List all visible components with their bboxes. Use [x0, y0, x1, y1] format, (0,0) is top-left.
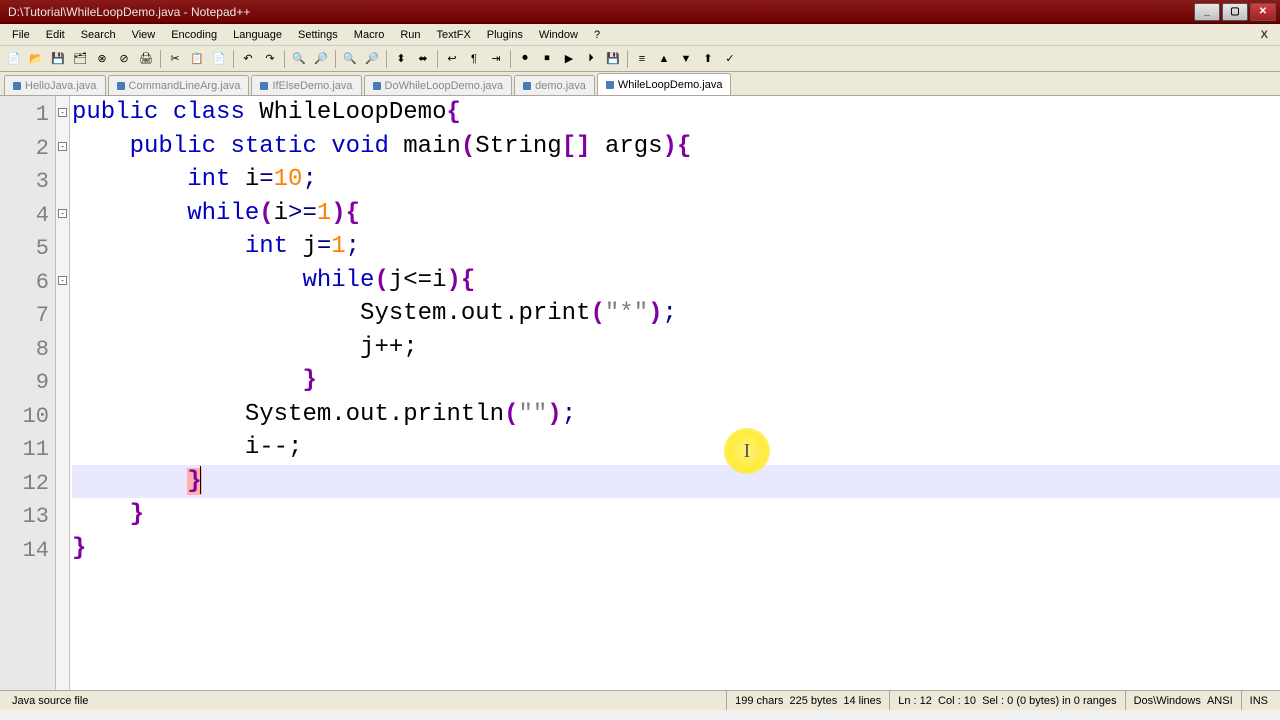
tab-hellojava[interactable]: HelloJava.java	[4, 75, 106, 95]
file-icon	[260, 82, 268, 90]
tool4-icon[interactable]: ⬆	[698, 49, 718, 69]
open-file-icon[interactable]: 📂	[26, 49, 46, 69]
menu-window[interactable]: Window	[531, 27, 586, 43]
tool1-icon[interactable]: ≡	[632, 49, 652, 69]
print-icon[interactable]: 🖨	[136, 49, 156, 69]
editor[interactable]: 1 2 3 4 5 6 7 8 9 10 11 12 13 14 - - - -…	[0, 96, 1280, 702]
sync-v-icon[interactable]: ⬍	[391, 49, 411, 69]
tool3-icon[interactable]: ▼	[676, 49, 696, 69]
save-all-icon[interactable]: 🗂	[70, 49, 90, 69]
menu-encoding[interactable]: Encoding	[163, 27, 225, 43]
toolbar: 📄 📂 💾 🗂 ⊗ ⊘ 🖨 ✂ 📋 📄 ↶ ↷ 🔍 🔎 🔍 🔎 ⬍ ⬌ ↩ ¶ …	[0, 46, 1280, 72]
save-icon[interactable]: 💾	[48, 49, 68, 69]
file-icon	[117, 82, 125, 90]
tab-commandlinearg[interactable]: CommandLineArg.java	[108, 75, 250, 95]
file-icon	[523, 82, 531, 90]
fold-column: - - - -	[56, 96, 70, 702]
all-chars-icon[interactable]: ¶	[464, 49, 484, 69]
menu-textfx[interactable]: TextFX	[429, 27, 479, 43]
text-caret	[200, 466, 201, 494]
record-icon[interactable]: ⏺	[515, 49, 535, 69]
tool5-icon[interactable]: ✓	[720, 49, 740, 69]
tab-demo[interactable]: demo.java	[514, 75, 595, 95]
zoom-in-icon[interactable]: 🔍	[340, 49, 360, 69]
fold-icon[interactable]: -	[58, 209, 67, 218]
tab-dowhileloopdemo[interactable]: DoWhileLoopDemo.java	[364, 75, 513, 95]
statusbar: Java source file 199 chars 225 bytes 14 …	[0, 690, 1280, 710]
cursor-highlight-icon	[724, 428, 770, 474]
menu-settings[interactable]: Settings	[290, 27, 346, 43]
status-eol: Dos\Windows ANSI	[1126, 691, 1242, 710]
close-all-icon[interactable]: ⊘	[114, 49, 134, 69]
file-icon	[606, 81, 614, 89]
fold-icon[interactable]: -	[58, 108, 67, 117]
new-file-icon[interactable]: 📄	[4, 49, 24, 69]
menu-plugins[interactable]: Plugins	[479, 27, 531, 43]
tab-ifelsedemo[interactable]: IfElseDemo.java	[251, 75, 361, 95]
window-title: D:\Tutorial\WhileLoopDemo.java - Notepad…	[4, 5, 250, 19]
zoom-out-icon[interactable]: 🔎	[362, 49, 382, 69]
status-ins: INS	[1242, 691, 1276, 710]
sync-h-icon[interactable]: ⬌	[413, 49, 433, 69]
file-icon	[373, 82, 381, 90]
status-position: Ln : 12 Col : 10 Sel : 0 (0 bytes) in 0 …	[890, 691, 1125, 710]
menubar: File Edit Search View Encoding Language …	[0, 24, 1280, 46]
status-length: 199 chars 225 bytes 14 lines	[727, 691, 890, 710]
paste-icon[interactable]: 📄	[209, 49, 229, 69]
titlebar: D:\Tutorial\WhileLoopDemo.java - Notepad…	[0, 0, 1280, 24]
menu-language[interactable]: Language	[225, 27, 290, 43]
stop-icon[interactable]: ⏹	[537, 49, 557, 69]
line-number-gutter: 1 2 3 4 5 6 7 8 9 10 11 12 13 14	[0, 96, 56, 702]
menu-search[interactable]: Search	[73, 27, 124, 43]
status-filetype: Java source file	[4, 691, 727, 710]
redo-icon[interactable]: ↷	[260, 49, 280, 69]
code-area[interactable]: public class WhileLoopDemo{ public stati…	[70, 96, 1280, 702]
tool2-icon[interactable]: ▲	[654, 49, 674, 69]
close-button[interactable]: ✕	[1250, 3, 1276, 21]
tab-whileloopdemo[interactable]: WhileLoopDemo.java	[597, 73, 732, 95]
fold-icon[interactable]: -	[58, 276, 67, 285]
menu-macro[interactable]: Macro	[346, 27, 393, 43]
close-icon[interactable]: ⊗	[92, 49, 112, 69]
replace-icon[interactable]: 🔎	[311, 49, 331, 69]
window-controls: _ ▢ ✕	[1194, 3, 1276, 21]
close-document-button[interactable]: X	[1253, 29, 1276, 41]
playback-icon[interactable]: ⏵	[581, 49, 601, 69]
maximize-button[interactable]: ▢	[1222, 3, 1248, 21]
menu-help[interactable]: ?	[586, 27, 608, 43]
menu-run[interactable]: Run	[392, 27, 428, 43]
save-macro-icon[interactable]: 💾	[603, 49, 623, 69]
menu-edit[interactable]: Edit	[38, 27, 73, 43]
wordwrap-icon[interactable]: ↩	[442, 49, 462, 69]
file-icon	[13, 82, 21, 90]
tabbar: HelloJava.java CommandLineArg.java IfEls…	[0, 72, 1280, 96]
indent-icon[interactable]: ⇥	[486, 49, 506, 69]
cut-icon[interactable]: ✂	[165, 49, 185, 69]
play-icon[interactable]: ▶	[559, 49, 579, 69]
menu-view[interactable]: View	[124, 27, 164, 43]
menu-file[interactable]: File	[4, 27, 38, 43]
fold-icon[interactable]: -	[58, 142, 67, 151]
minimize-button[interactable]: _	[1194, 3, 1220, 21]
find-icon[interactable]: 🔍	[289, 49, 309, 69]
copy-icon[interactable]: 📋	[187, 49, 207, 69]
undo-icon[interactable]: ↶	[238, 49, 258, 69]
